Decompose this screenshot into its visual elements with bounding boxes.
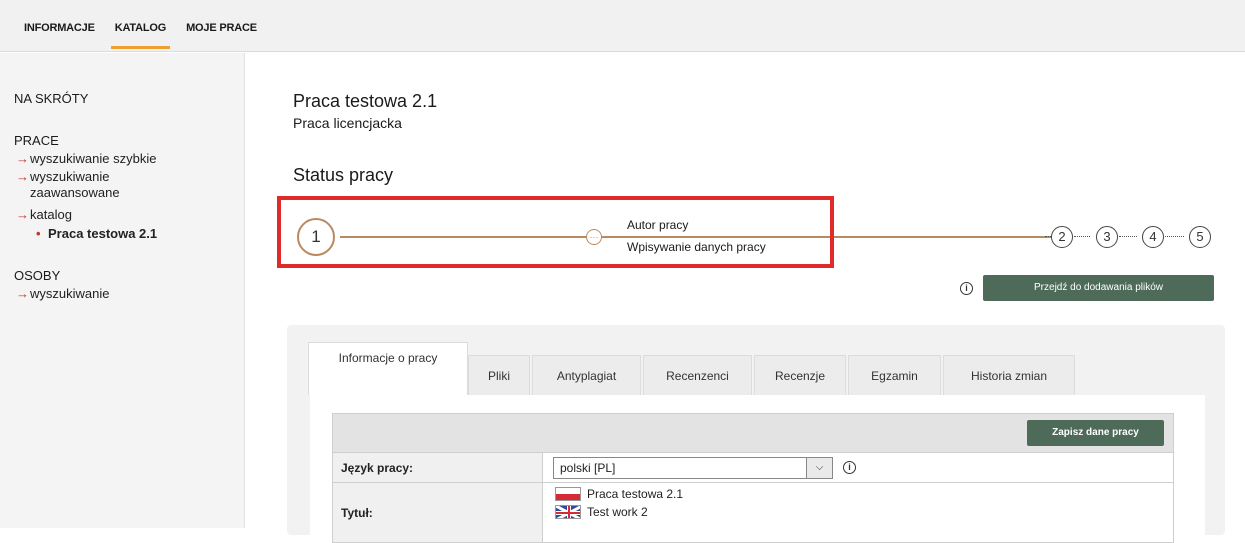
tab-recenzje[interactable]: Recenzje xyxy=(754,355,846,395)
nav-item-katalog[interactable]: KATALOG xyxy=(105,22,176,50)
title-en-value: Test work 2 xyxy=(587,505,648,519)
main-content: Praca testowa 2.1 Praca licencjacka Stat… xyxy=(245,53,1245,543)
go-to-files-button[interactable]: Przejdź do dodawania plików xyxy=(983,275,1214,301)
page-title: Praca testowa 2.1 xyxy=(293,91,438,111)
info-icon[interactable]: i xyxy=(843,461,856,474)
nav-item-informacje[interactable]: INFORMACJE xyxy=(14,22,105,50)
status-step-4: 4 xyxy=(1142,226,1164,248)
status-step-2: 2 xyxy=(1051,226,1073,248)
bullet-icon: • xyxy=(36,226,41,241)
save-work-button[interactable]: Zapisz dane pracy xyxy=(1027,420,1164,446)
tab-egzamin[interactable]: Egzamin xyxy=(848,355,941,395)
tab-informacje-o-pracy[interactable]: Informacje o pracy xyxy=(308,342,468,395)
arrow-right-icon: → xyxy=(16,286,29,301)
status-heading: Status pracy xyxy=(293,165,394,185)
sidebar-heading-people[interactable]: OSOBY xyxy=(14,268,60,283)
form-row-title: Tytuł: Praca testowa 2.1 Test work 2 xyxy=(332,483,1174,543)
poland-flag-icon xyxy=(555,487,581,501)
tab-historia-zmian[interactable]: Historia zmian xyxy=(943,355,1075,395)
sidebar-heading-works[interactable]: PRACE xyxy=(14,133,59,148)
sidebar-heading-shortcuts[interactable]: NA SKRÓTY xyxy=(14,91,88,106)
sidebar-current-item[interactable]: • Praca testowa 2.1 xyxy=(36,226,157,241)
tab-pliki[interactable]: Pliki xyxy=(468,355,530,395)
top-navigation-bar: INFORMACJE KATALOG MOJE PRACE xyxy=(0,0,1245,52)
sidebar: NA SKRÓTY PRACE → wyszukiwanie szybkie →… xyxy=(0,53,245,528)
sidebar-link-catalog[interactable]: → katalog xyxy=(16,207,180,223)
title-label: Tytuł: xyxy=(333,483,543,542)
tab-recenzenci[interactable]: Recenzenci xyxy=(643,355,752,395)
arrow-right-icon: → xyxy=(16,169,29,184)
sidebar-link-advanced-search[interactable]: → wyszukiwanie zaawansowane xyxy=(16,169,180,201)
tab-antyplagiat[interactable]: Antyplagiat xyxy=(532,355,641,395)
uk-flag-icon xyxy=(555,505,581,519)
form-toolbar: Zapisz dane pracy xyxy=(332,413,1174,453)
title-pl-value: Praca testowa 2.1 xyxy=(587,487,684,501)
top-nav: INFORMACJE KATALOG MOJE PRACE xyxy=(14,22,267,50)
sidebar-link-people-search[interactable]: → wyszukiwanie xyxy=(16,286,180,302)
language-select[interactable]: polski [PL] ⌵ xyxy=(553,457,833,479)
nav-item-moje-prace[interactable]: MOJE PRACE xyxy=(176,22,267,50)
form-row-language: Język pracy: polski [PL] ⌵ i xyxy=(332,453,1174,483)
sidebar-link-quick-search[interactable]: → wyszukiwanie szybkie xyxy=(16,151,230,167)
arrow-right-icon: → xyxy=(16,151,29,166)
status-step-5: 5 xyxy=(1189,226,1211,248)
arrow-right-icon: → xyxy=(16,207,29,222)
highlight-frame xyxy=(277,196,834,268)
language-label: Język pracy: xyxy=(333,453,543,482)
step-connector xyxy=(1165,236,1184,237)
step-connector xyxy=(1119,236,1137,237)
step-connector xyxy=(1074,236,1090,237)
chevron-down-icon[interactable]: ⌵ xyxy=(806,458,832,478)
work-type: Praca licencjacka xyxy=(293,115,402,131)
info-icon[interactable]: i xyxy=(960,282,973,295)
status-step-3: 3 xyxy=(1096,226,1118,248)
